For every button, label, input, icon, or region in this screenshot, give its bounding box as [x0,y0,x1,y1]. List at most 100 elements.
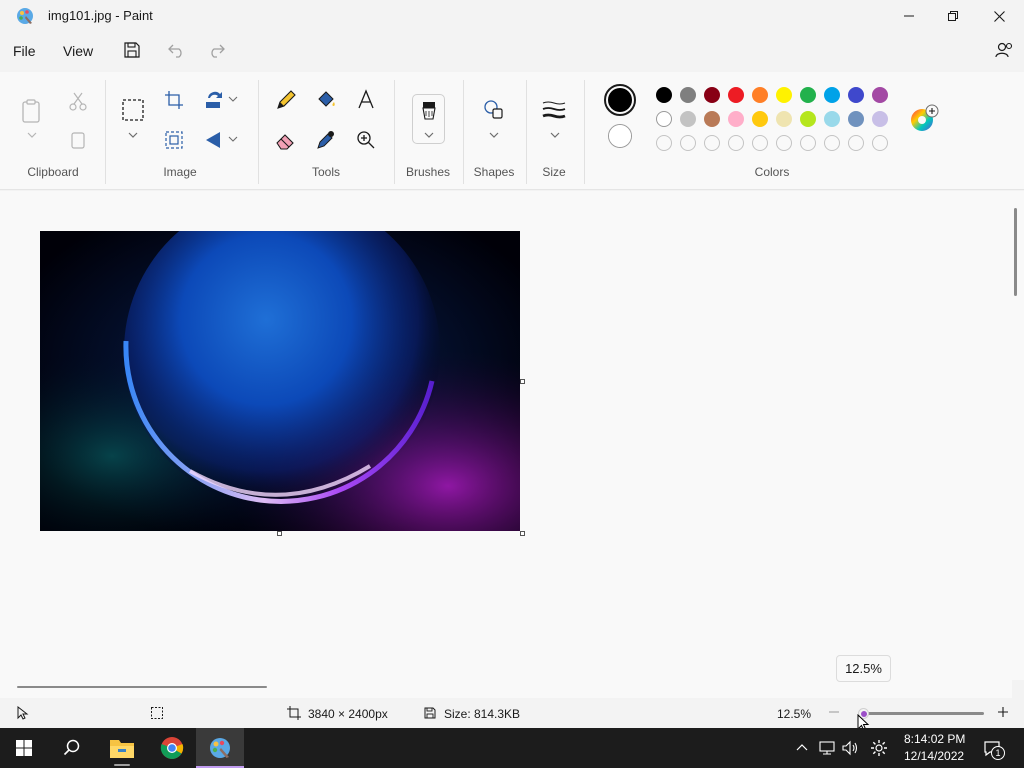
horizontal-scrollbar[interactable] [0,680,1012,698]
network-icon[interactable] [819,740,837,756]
taskbar-chrome[interactable] [148,728,196,768]
zoom-out-icon[interactable] [828,706,840,718]
volume-icon[interactable] [842,740,860,756]
clock-date[interactable]: 12/14/2022 [904,749,964,763]
palette-swatch[interactable] [824,87,840,103]
palette-swatch[interactable] [752,87,768,103]
palette-swatch[interactable] [656,111,672,127]
size-dropdown-chevron-icon[interactable] [549,130,561,140]
cursor-position-icon [17,706,29,720]
taskbar-file-explorer[interactable] [98,728,146,768]
zoom-in-icon[interactable] [997,706,1009,718]
fill-bucket-icon[interactable] [314,88,338,112]
palette-swatch[interactable] [680,111,696,127]
palette-swatch[interactable] [848,111,864,127]
eraser-icon[interactable] [274,128,298,152]
custom-color-slot[interactable] [872,135,888,151]
resize-handle-bottom[interactable] [277,531,282,536]
palette-swatch[interactable] [872,87,888,103]
brushes-group-label: Brushes [405,165,451,179]
clock-time[interactable]: 8:14:02 PM [904,732,965,746]
paste-icon[interactable] [20,98,44,124]
restore-button[interactable] [930,0,976,32]
close-icon [993,10,1005,22]
palette-swatch[interactable] [704,111,720,127]
save-icon[interactable] [122,40,142,60]
custom-color-slot[interactable] [848,135,864,151]
custom-color-slot[interactable] [680,135,696,151]
image-dimensions-icon [287,706,301,720]
custom-color-slot[interactable] [776,135,792,151]
canvas-image[interactable] [40,231,520,531]
custom-color-slot[interactable] [824,135,840,151]
paint-icon [210,738,230,758]
text-icon[interactable] [354,88,378,112]
custom-color-slot[interactable] [800,135,816,151]
size-group-label: Size [542,165,566,179]
palette-swatch[interactable] [656,87,672,103]
custom-color-slot[interactable] [656,135,672,151]
brush-icon [422,102,436,120]
horizontal-scroll-thumb[interactable] [17,686,267,688]
palette-swatch[interactable] [704,87,720,103]
custom-color-slot[interactable] [704,135,720,151]
palette-swatch[interactable] [776,111,792,127]
rotate-dropdown-chevron-icon[interactable] [228,94,238,104]
image-dimensions: 3840 × 2400px [308,707,388,721]
palette-swatch[interactable] [728,111,744,127]
vertical-scroll-thumb[interactable] [1014,208,1017,296]
brushes-button[interactable] [412,94,445,144]
undo-icon[interactable] [167,40,187,60]
menu-view[interactable]: View [63,43,93,59]
zoom-level: 12.5% [777,707,812,721]
running-indicator [114,764,130,766]
color-picker-icon[interactable] [314,128,338,152]
taskbar-paint[interactable] [196,728,244,768]
palette-swatch[interactable] [680,87,696,103]
paste-dropdown-chevron-icon[interactable] [26,130,38,140]
flip-dropdown-chevron-icon[interactable] [228,134,238,144]
select-icon[interactable] [121,98,145,122]
taskbar: 8:14:02 PM 12/14/2022 1 [0,728,1024,768]
select-dropdown-chevron-icon[interactable] [127,130,139,140]
pencil-icon[interactable] [274,88,298,112]
resize-handle-right[interactable] [520,379,525,384]
palette-swatch[interactable] [776,87,792,103]
zoom-tooltip: 12.5% [836,655,891,682]
secondary-color-button[interactable] [608,124,632,148]
resize-handle-corner[interactable] [520,531,525,536]
custom-color-slot[interactable] [752,135,768,151]
zoom-slider-track[interactable] [860,712,984,715]
palette-swatch[interactable] [728,87,744,103]
show-hidden-icons-icon[interactable] [796,742,808,754]
palette-swatch[interactable] [752,111,768,127]
edit-colors-icon[interactable] [910,104,940,134]
settings-gear-icon[interactable] [870,739,888,757]
rotate-icon[interactable] [202,88,226,112]
copy-icon[interactable] [66,128,90,152]
close-button[interactable] [976,0,1022,32]
palette-swatch[interactable] [800,111,816,127]
crop-icon[interactable] [162,88,186,112]
flip-icon[interactable] [202,128,226,152]
cut-icon[interactable] [66,90,90,114]
palette-swatch[interactable] [800,87,816,103]
magnifier-icon[interactable] [354,128,378,152]
search-button[interactable] [48,728,96,768]
resize-icon[interactable] [162,128,186,152]
custom-color-slot[interactable] [728,135,744,151]
redo-icon[interactable] [206,40,226,60]
palette-swatch[interactable] [848,87,864,103]
colors-group-label: Colors [754,165,790,179]
shapes-dropdown-chevron-icon[interactable] [488,130,500,140]
menu-file[interactable]: File [13,43,36,59]
shapes-icon[interactable] [482,98,506,122]
start-button[interactable] [0,728,48,768]
primary-color-swatch [608,88,632,112]
palette-swatch[interactable] [872,111,888,127]
palette-swatch[interactable] [824,111,840,127]
account-settings-icon[interactable] [994,40,1014,60]
primary-color-button[interactable] [604,84,636,116]
minimize-button[interactable] [886,0,932,32]
line-size-icon[interactable] [542,98,566,122]
